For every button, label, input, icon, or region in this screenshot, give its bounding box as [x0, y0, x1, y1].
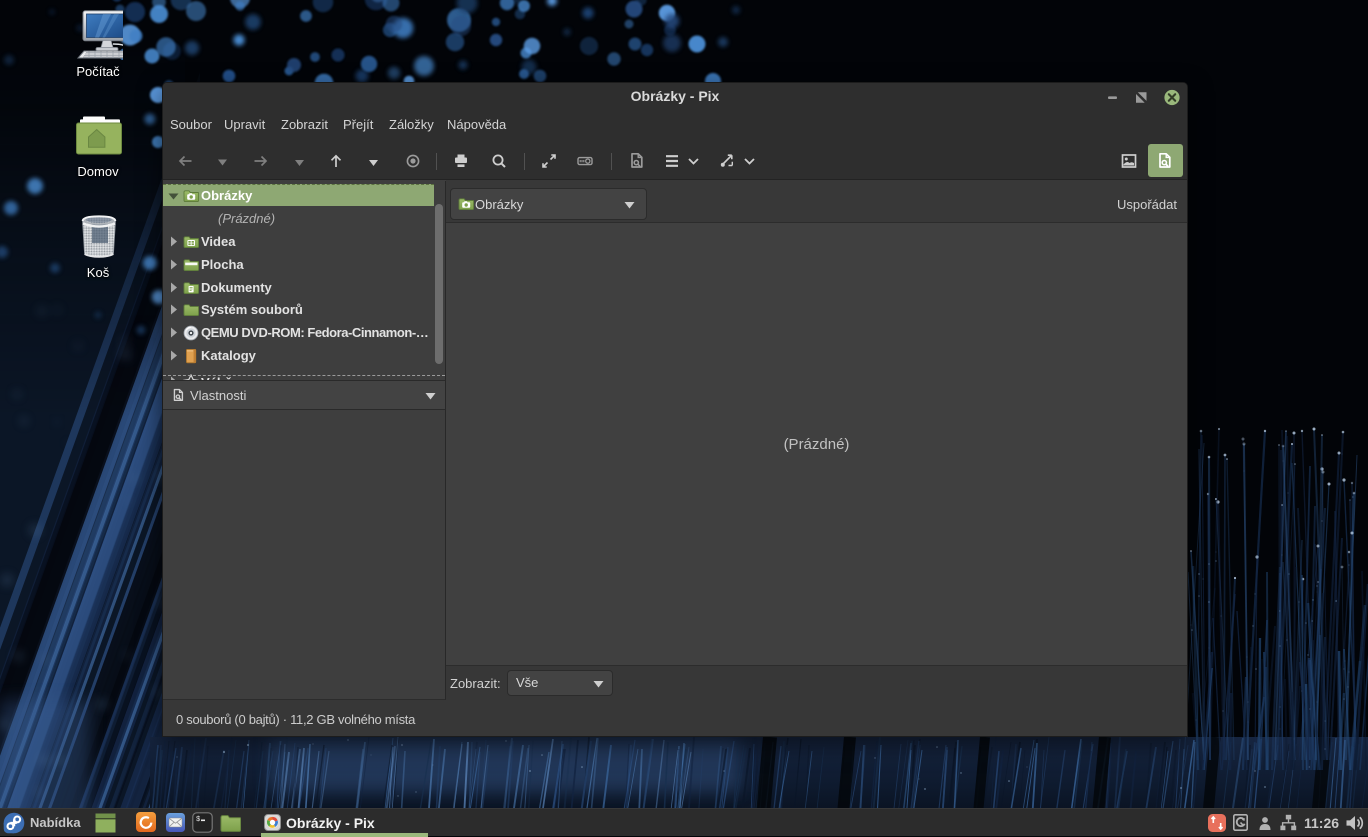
svg-text:$: $ [196, 816, 200, 824]
